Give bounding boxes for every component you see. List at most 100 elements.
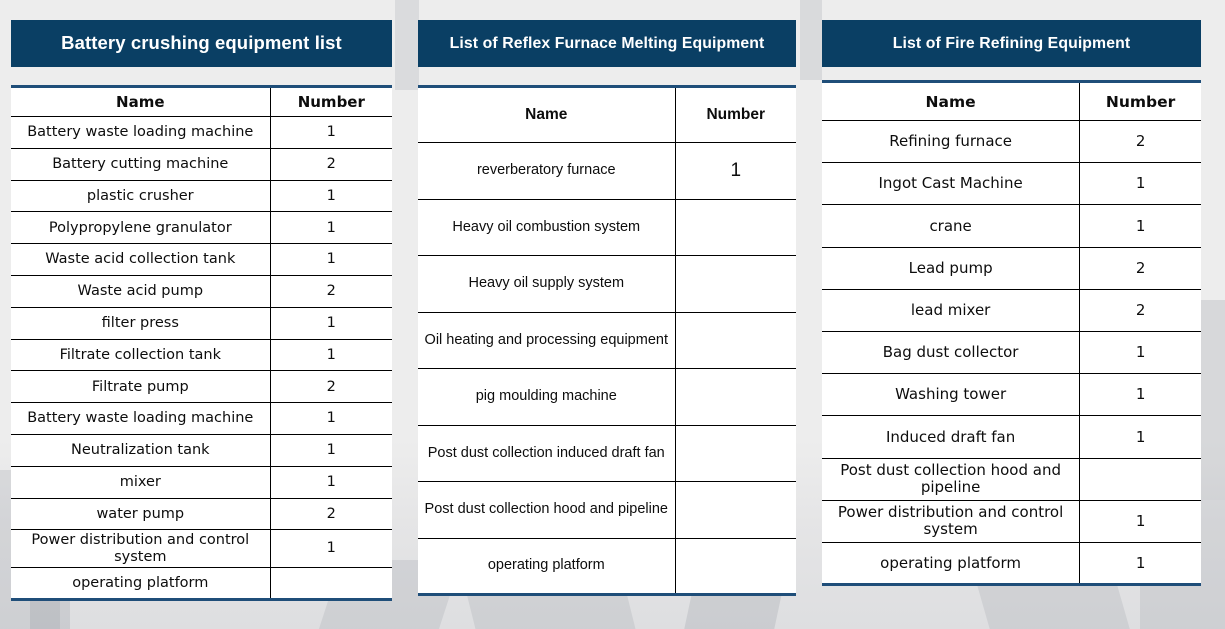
table-row: lead mixer 2: [822, 289, 1201, 332]
table-row: Post dust collection hood and pipeline: [822, 458, 1201, 501]
cell-name: Waste acid pump: [11, 275, 271, 308]
column-header-number: Number: [270, 86, 392, 117]
column-header-number: Number: [1079, 81, 1201, 121]
table-row: Post dust collection hood and pipeline: [418, 481, 796, 539]
cell-number: 1: [270, 307, 392, 340]
cell-name: Power distribution and control system: [822, 500, 1081, 543]
cell-name: Battery waste loading machine: [11, 402, 271, 435]
cell-name: mixer: [11, 466, 271, 499]
cell-name: Bag dust collector: [822, 331, 1081, 375]
cell-number: [675, 199, 796, 256]
table-row: Power distribution and control system 1: [11, 529, 392, 568]
table-row: Post dust collection induced draft fan: [418, 425, 796, 482]
cell-number: 1: [1079, 415, 1201, 459]
cell-name: Lead pump: [822, 247, 1081, 290]
cell-number: [1079, 458, 1201, 501]
table-header-row: Name Number: [822, 81, 1201, 121]
cell-name: Washing tower: [822, 373, 1081, 417]
cell-name: lead mixer: [822, 289, 1081, 332]
table-title: Battery crushing equipment list: [61, 32, 342, 54]
cell-number: 1: [675, 142, 796, 200]
table-row: Oil heating and processing equipment: [418, 312, 796, 369]
cell-number: 2: [270, 148, 392, 181]
table-container-battery-crushing: Name Number Battery waste loading machin…: [11, 85, 392, 601]
cell-name: water pump: [11, 498, 271, 531]
cell-number: [270, 567, 392, 599]
table-row: water pump 2: [11, 498, 392, 531]
cell-name: pig moulding machine: [418, 368, 676, 426]
cell-number: 1: [270, 116, 392, 149]
cell-number: 1: [270, 211, 392, 245]
cell-number: 1: [270, 529, 392, 568]
cell-number: 1: [1079, 162, 1201, 206]
cell-name: Filtrate collection tank: [11, 339, 271, 372]
table-row: operating platform: [418, 538, 796, 595]
table-row: Filtrate pump 2: [11, 370, 392, 404]
cell-number: 2: [270, 498, 392, 531]
table-row: Waste acid pump 2: [11, 275, 392, 308]
table-row: Battery cutting machine 2: [11, 148, 392, 181]
cell-number: 2: [1079, 247, 1201, 290]
cell-number: 1: [1079, 331, 1201, 375]
cell-name: operating platform: [822, 542, 1081, 585]
cell-name: operating platform: [418, 538, 676, 595]
table-row: reverberatory furnace 1: [418, 142, 796, 200]
cell-name: Refining furnace: [822, 120, 1081, 164]
tables-row: Battery crushing equipment list Name Num…: [0, 0, 1225, 629]
cell-number: [675, 312, 796, 369]
cell-name: reverberatory furnace: [418, 142, 676, 200]
equipment-table-fire-refining: Name Number Refining furnace 2 Ingot Cast…: [822, 80, 1201, 587]
cell-name: Filtrate pump: [11, 370, 271, 404]
table-row: Washing tower 1: [822, 373, 1201, 417]
column-header-name: Name: [418, 86, 676, 143]
title-banner-battery-crushing: Battery crushing equipment list: [11, 20, 392, 67]
table-row: plastic crusher 1: [11, 180, 392, 213]
table-row: Polypropylene granulator 1: [11, 211, 392, 245]
cell-name: Polypropylene granulator: [11, 211, 271, 245]
cell-name: Post dust collection induced draft fan: [418, 425, 676, 482]
table-row: Heavy oil supply system: [418, 255, 796, 313]
cell-name: Ingot Cast Machine: [822, 162, 1081, 206]
cell-name: Heavy oil supply system: [418, 255, 676, 313]
column-header-name: Name: [11, 86, 271, 117]
column-header-name: Name: [822, 81, 1081, 121]
cell-name: Post dust collection hood and pipeline: [822, 458, 1081, 501]
column-header-number: Number: [675, 86, 796, 143]
cell-name: Neutralization tank: [11, 434, 271, 467]
table-container-fire-refining: Name Number Refining furnace 2 Ingot Cast…: [822, 80, 1201, 587]
cell-number: 1: [1079, 373, 1201, 417]
cell-name: Battery cutting machine: [11, 148, 271, 181]
cell-number: [675, 538, 796, 595]
cell-number: 2: [270, 275, 392, 308]
cell-number: [675, 481, 796, 539]
cell-number: 1: [270, 466, 392, 499]
cell-number: 1: [1079, 500, 1201, 543]
table-row: Waste acid collection tank 1: [11, 243, 392, 276]
cell-number: 2: [270, 370, 392, 404]
cell-name: Post dust collection hood and pipeline: [418, 481, 676, 539]
cell-number: [675, 368, 796, 426]
cell-name: operating platform: [11, 567, 271, 600]
equipment-table-battery-crushing: Name Number Battery waste loading machin…: [11, 85, 392, 601]
cell-number: 2: [1079, 120, 1201, 164]
table-header-row: Name Number: [11, 86, 392, 117]
equipment-table-reflex-furnace-melting: Name Number reverberatory furnace 1 Heavy…: [418, 85, 796, 596]
table-row: Battery waste loading machine 1: [11, 116, 392, 149]
cell-number: 1: [1079, 204, 1201, 248]
table-row: Heavy oil combustion system: [418, 199, 796, 256]
table-row: Induced draft fan 1: [822, 415, 1201, 459]
cell-number: 1: [1135, 553, 1146, 572]
table-row: filter press 1: [11, 307, 392, 340]
table-row: operating platform: [11, 567, 392, 600]
cell-name: filter press: [11, 307, 271, 340]
table-header-row: Name Number: [418, 86, 796, 143]
title-banner-fire-refining: List of Fire Refining Equipment: [822, 20, 1201, 67]
cell-name: crane: [822, 204, 1081, 248]
cell-name: Oil heating and processing equipment: [418, 312, 676, 369]
title-banner-reflex-furnace-melting: List of Reflex Furnace Melting Equipment: [418, 20, 796, 67]
table-row: Power distribution and control system 1: [822, 500, 1201, 543]
cell-number: 1: [270, 402, 392, 435]
cell-number: [675, 425, 796, 482]
cell-name: Induced draft fan: [822, 415, 1081, 459]
cell-number: [675, 255, 796, 313]
